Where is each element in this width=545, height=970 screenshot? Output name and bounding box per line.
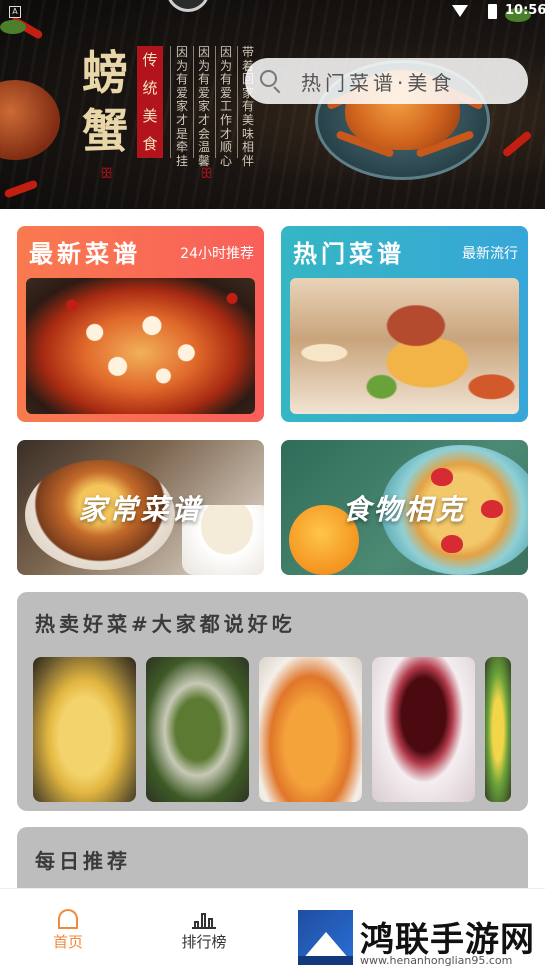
swirl-ornament: ꕥ [100,166,113,182]
dish-thumbnail[interactable] [146,657,249,802]
status-time: 10:56 [505,3,545,18]
search-icon [259,69,283,94]
home-icon [58,909,78,929]
search-placeholder: 热门菜谱·美食 [301,70,456,95]
divider [193,46,194,158]
newest-recipes-card[interactable]: 最新菜谱 24小时推荐 [17,226,264,422]
divider [215,46,216,158]
swirl-ornament: ꕥ [200,166,213,182]
card-overlay-title: 食物相克 [342,493,467,526]
dish-thumbnail[interactable] [485,657,511,802]
strawberry [431,468,453,486]
red-label-char: 食 [142,135,158,153]
notification-icon: A [9,6,21,18]
card-subtitle: 最新流行 [462,246,518,262]
banner-red-label: 传 统 美 食 [137,46,163,158]
section-title: 热卖好菜#大家都说好吃 [35,612,296,636]
hot-dishes-section: 热卖好菜#大家都说好吃 [17,592,528,811]
buffet-image [290,278,519,414]
section-title: 每日推荐 [35,849,131,873]
nav-home-label: 首页 [52,933,83,951]
food-compatibility-card[interactable]: 食物相克 [281,440,528,575]
dish-thumbnail[interactable] [259,657,362,802]
app-screen: 螃蟹 传 统 美 食 因为有爱家才是牵挂 因为有爱家才会温馨 因为有爱工作才顺心… [0,0,545,970]
site-watermark: 鸿联手游网 www.henanhonglian95.com [298,910,534,968]
card-overlay-title: 家常菜谱 [78,493,203,526]
ranking-icon [192,911,216,929]
divider [170,46,171,158]
home-icon-roof [58,909,78,929]
dish-thumbnail[interactable] [33,657,136,802]
hot-recipes-card[interactable]: 热门菜谱 最新流行 [281,226,528,422]
top-banner[interactable]: 螃蟹 传 统 美 食 因为有爱家才是牵挂 因为有爱家才会温馨 因为有爱工作才顺心… [0,0,545,209]
card-title: 最新菜谱 [29,239,141,268]
card-title: 热门菜谱 [293,239,405,268]
home-icon-floor [58,927,78,929]
status-bar: A 10:56 [0,0,545,24]
banner-title: 螃蟹 [82,46,128,158]
search-icon-handle [273,86,281,94]
red-label-char: 统 [142,79,158,97]
nav-ranking-label: 排行榜 [181,933,227,951]
daily-recommend-section: 每日推荐 [17,827,528,897]
nav-ranking[interactable]: 排行榜 [154,889,254,970]
nav-home[interactable]: 首页 [18,889,118,970]
wifi-icon [452,5,468,17]
logo-stripe [298,956,353,965]
card-subtitle: 24小时推荐 [180,246,254,262]
watermark-logo-icon [298,910,353,965]
rank-base [192,927,216,929]
battery-icon [488,4,497,19]
dish-thumbnail[interactable] [372,657,475,802]
watermark-url: www.henanhonglian95.com [360,954,513,967]
poem-column: 因为有爱工作才顺心 [219,45,232,168]
divider [237,46,238,158]
search-icon-ring [260,70,277,87]
poem-column: 因为有爱家才会温馨 [197,45,210,168]
red-label-char: 美 [142,107,158,125]
search-bar[interactable]: 热门菜谱·美食 [245,58,528,104]
dish-carousel[interactable] [33,657,511,802]
fish-dish-image [26,278,255,414]
poem-column: 因为有爱家才是牵挂 [175,45,188,168]
strawberry [441,535,463,553]
dish-decoration [166,0,210,12]
home-recipes-card[interactable]: 家常菜谱 [17,440,264,575]
red-label-char: 传 [142,51,158,69]
dish-details [290,278,519,414]
dish-details [26,278,255,414]
